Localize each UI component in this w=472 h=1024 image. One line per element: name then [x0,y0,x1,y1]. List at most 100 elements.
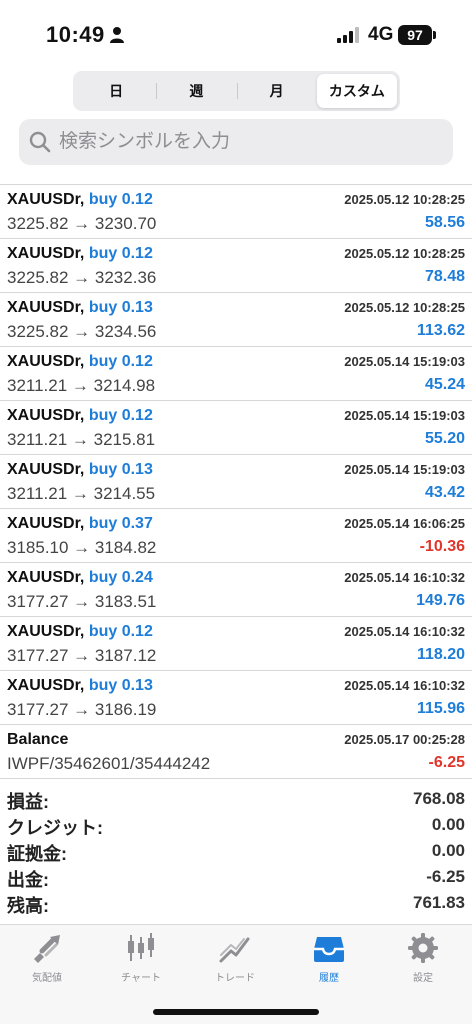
trade-datetime: 2025.05.14 16:10:32 [344,570,465,585]
trade-row[interactable]: XAUUSDr, buy 0.13 2025.05.14 15:19:03 32… [0,455,472,509]
trade-prices: 3177.27 → 3186.19 [7,700,157,719]
person-icon [110,27,124,43]
signal-icon [337,27,359,43]
trade-profit: 55.20 [424,430,465,447]
summary-label: 残高: [7,896,49,916]
summary-value: 761.83 [413,893,465,912]
trade-profit: 43.42 [424,484,465,501]
trade-datetime: 2025.05.14 16:10:32 [344,678,465,693]
trade-prices: 3211.21 → 3214.98 [7,376,156,395]
balance-label: Balance [7,731,69,748]
tab-history-label: 履歴 [319,973,339,984]
trade-side: buy 0.12 [88,623,153,640]
trade-row[interactable]: XAUUSDr, buy 0.24 2025.05.14 16:10:32 31… [0,563,472,617]
trade-symbol: XAUUSDr, [7,407,85,424]
trade-datetime: 2025.05.14 15:19:03 [344,462,465,477]
trade-prices: 3211.21 → 3214.55 [7,484,156,503]
balance-row[interactable]: Balance 2025.05.17 00:25:28 IWPF/3546260… [0,725,472,779]
tab-history[interactable]: 履歴 [282,931,376,991]
balance-amount: -6.25 [428,754,465,771]
search-icon [29,131,51,153]
trade-profit: 45.24 [424,376,465,393]
trade-symbol: XAUUSDr, [7,461,85,478]
history-list: XAUUSDr, buy 0.12 2025.05.12 10:28:25 32… [0,184,472,779]
tab-week[interactable]: 週 [156,74,236,108]
trade-side: buy 0.12 [88,353,153,370]
summary-value: 0.00 [431,815,465,834]
trade-datetime: 2025.05.14 16:10:32 [344,624,465,639]
trade-profit: 113.62 [416,322,465,339]
trade-row[interactable]: XAUUSDr, buy 0.37 2025.05.14 16:06:25 31… [0,509,472,563]
summary-label: 損益: [7,792,49,812]
search-input[interactable] [59,127,439,157]
trade-profit: 118.20 [416,646,465,663]
period-segmented-control: 日 週 月 カスタム [73,71,400,111]
trade-prices: 3177.27 → 3183.51 [7,592,157,611]
trade-row[interactable]: XAUUSDr, buy 0.12 2025.05.12 10:28:25 32… [0,185,472,239]
tab-month[interactable]: 月 [236,74,317,108]
summary-value: 768.08 [413,789,465,808]
trade-datetime: 2025.05.12 10:28:25 [344,300,465,315]
status-bar: 10:49 4G 97 [0,0,472,70]
battery-tip [433,31,436,39]
trade-prices: 3225.82 → 3232.36 [7,268,157,287]
trade-datetime: 2025.05.14 15:19:03 [344,354,465,369]
tab-custom[interactable]: カスタム [316,74,397,108]
trade-prices: 3185.10 → 3184.82 [7,538,157,557]
trade-icon [219,937,250,963]
home-indicator[interactable] [153,1009,319,1015]
trade-row[interactable]: XAUUSDr, buy 0.12 2025.05.14 16:10:32 31… [0,617,472,671]
network-label: 4G [368,24,394,45]
tab-day[interactable]: 日 [76,74,156,108]
trade-symbol: XAUUSDr, [7,299,85,316]
tab-trade[interactable]: トレード [188,931,282,991]
trade-datetime: 2025.05.14 15:19:03 [344,408,465,423]
tab-chart-label: チャート [121,973,161,984]
trade-prices: 3211.21 → 3215.81 [7,430,156,449]
trade-symbol: XAUUSDr, [7,191,85,208]
trade-prices: 3225.82 → 3230.70 [7,214,157,233]
trade-symbol: XAUUSDr, [7,245,85,262]
trade-row[interactable]: XAUUSDr, buy 0.13 2025.05.14 16:10:32 31… [0,671,472,725]
summary-row-deposit: 証拠金: 0.00 [0,840,472,866]
tab-quotes[interactable]: 気配値 [0,931,94,991]
trade-side: buy 0.13 [88,299,153,316]
tab-quotes-label: 気配値 [32,973,62,984]
summary-value: 0.00 [431,841,465,860]
trade-datetime: 2025.05.12 10:28:25 [344,192,465,207]
trade-row[interactable]: XAUUSDr, buy 0.13 2025.05.12 10:28:25 32… [0,293,472,347]
history-icon [314,937,344,962]
trade-symbol: XAUUSDr, [7,623,85,640]
tab-settings[interactable]: 設定 [376,931,470,991]
trade-side: buy 0.13 [88,677,153,694]
trade-profit: 78.48 [424,268,465,285]
trade-prices: 3177.27 → 3187.12 [7,646,157,665]
trade-profit: 115.96 [416,700,465,717]
tab-trade-label: トレード [215,973,255,984]
trade-row[interactable]: XAUUSDr, buy 0.12 2025.05.12 10:28:25 32… [0,239,472,293]
summary-label: クレジット: [7,818,103,838]
trade-profit: 149.76 [416,592,465,609]
balance-datetime: 2025.05.17 00:25:28 [344,732,465,747]
trade-side: buy 0.12 [88,407,153,424]
trade-side: buy 0.12 [88,191,153,208]
search-bar[interactable] [19,119,453,165]
trade-symbol: XAUUSDr, [7,515,85,532]
trade-side: buy 0.12 [88,245,153,262]
summary-row-withdrawal: 出金: -6.25 [0,866,472,892]
summary-row-credit: クレジット: 0.00 [0,814,472,840]
trade-datetime: 2025.05.12 10:28:25 [344,246,465,261]
trade-row[interactable]: XAUUSDr, buy 0.12 2025.05.14 15:19:03 32… [0,401,472,455]
tab-chart[interactable]: チャート [94,931,188,991]
trade-profit: -10.36 [419,538,465,555]
summary-row-profit: 損益: 768.08 [0,788,472,814]
summary-label: 証拠金: [7,844,67,864]
trade-symbol: XAUUSDr, [7,353,85,370]
trade-row[interactable]: XAUUSDr, buy 0.12 2025.05.14 15:19:03 32… [0,347,472,401]
settings-icon [408,933,438,963]
summary-row-balance: 残高: 761.83 [0,892,472,918]
trade-datetime: 2025.05.14 16:06:25 [344,516,465,531]
trade-symbol: XAUUSDr, [7,677,85,694]
summary-value: -6.25 [426,867,465,886]
quotes-icon [34,935,60,963]
